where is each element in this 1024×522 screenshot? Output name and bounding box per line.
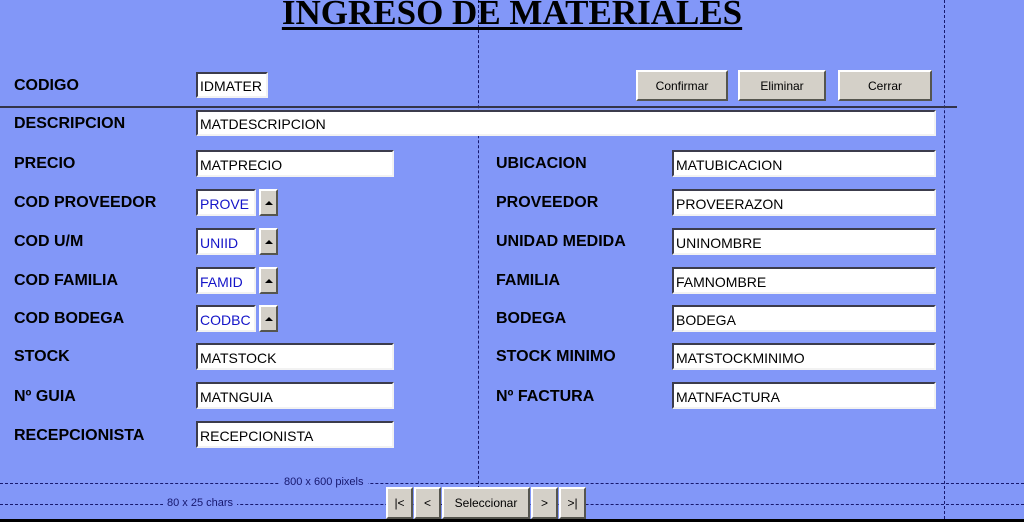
label-recepcionista: RECEPCIONISTA <box>14 427 145 444</box>
label-n-guia: Nº GUIA <box>14 388 76 405</box>
close-button[interactable]: Cerrar <box>838 70 932 101</box>
vertical-guide-800px <box>478 0 479 519</box>
label-precio: PRECIO <box>14 155 76 172</box>
spinner-cod-um[interactable] <box>259 228 278 255</box>
label-cod-um: COD U/M <box>14 233 84 250</box>
page-title-text: INGRESO DE MATERIALES <box>281 0 743 32</box>
delete-button[interactable]: Eliminar <box>738 70 826 101</box>
chevron-up-icon <box>264 316 273 321</box>
input-bodega[interactable]: BODEGA <box>672 305 936 332</box>
input-familia[interactable]: FAMNOMBRE <box>672 267 936 294</box>
input-stock-minimo[interactable]: MATSTOCKMINIMO <box>672 343 936 370</box>
guide-label-pixels: 800 x 600 pixels <box>280 476 368 488</box>
label-cod-familia: COD FAMILIA <box>14 272 118 289</box>
label-stock-minimo: STOCK MINIMO <box>496 348 616 365</box>
nav-select-button[interactable]: Seleccionar <box>442 487 530 519</box>
label-stock: STOCK <box>14 348 70 365</box>
input-cod-bodega[interactable]: CODBC <box>196 305 256 332</box>
input-n-factura[interactable]: MATNFACTURA <box>672 382 936 409</box>
horizontal-guide-800x600 <box>0 483 1024 484</box>
input-codigo[interactable]: IDMATER <box>196 72 268 98</box>
input-cod-um[interactable]: UNIID <box>196 228 256 255</box>
label-bodega: BODEGA <box>496 310 567 327</box>
input-cod-familia[interactable]: FAMID <box>196 267 256 294</box>
input-descripcion[interactable]: MATDESCRIPCION <box>196 110 936 136</box>
chevron-up-icon <box>264 239 273 244</box>
chevron-up-icon <box>264 278 273 283</box>
chevron-up-icon <box>264 200 273 205</box>
record-navigator: |< < Seleccionar > >| <box>386 487 587 519</box>
label-codigo: CODIGO <box>14 77 79 94</box>
form-window: 800 x 600 pixels 80 x 25 chars INGRESO D… <box>0 0 1024 522</box>
label-cod-bodega: COD BODEGA <box>14 310 125 327</box>
label-unidad-medida: UNIDAD MEDIDA <box>496 233 626 250</box>
input-n-guia[interactable]: MATNGUIA <box>196 382 394 409</box>
nav-last-button[interactable]: >| <box>559 487 586 519</box>
guide-label-chars: 80 x 25 chars <box>163 497 238 509</box>
input-proveedor[interactable]: PROVEERAZON <box>672 189 936 216</box>
input-cod-proveedor[interactable]: PROVE <box>196 189 256 216</box>
input-ubicacion[interactable]: MATUBICACION <box>672 150 936 177</box>
input-unidad-medida[interactable]: UNINOMBRE <box>672 228 936 255</box>
label-cod-proveedor: COD PROVEEDOR <box>14 194 157 211</box>
label-n-factura: Nº FACTURA <box>496 388 595 405</box>
confirm-button[interactable]: Confirmar <box>636 70 728 101</box>
input-stock[interactable]: MATSTOCK <box>196 343 394 370</box>
label-descripcion: DESCRIPCION <box>14 115 126 132</box>
vertical-guide-chars <box>944 0 945 519</box>
nav-first-button[interactable]: |< <box>386 487 413 519</box>
label-familia: FAMILIA <box>496 272 560 289</box>
label-ubicacion: UBICACION <box>496 155 587 172</box>
spinner-cod-proveedor[interactable] <box>259 189 278 216</box>
header-divider <box>0 106 957 108</box>
nav-prev-button[interactable]: < <box>414 487 441 519</box>
spinner-cod-familia[interactable] <box>259 267 278 294</box>
spinner-cod-bodega[interactable] <box>259 305 278 332</box>
label-proveedor: PROVEEDOR <box>496 194 599 211</box>
page-title: INGRESO DE MATERIALES <box>0 0 1024 33</box>
input-precio[interactable]: MATPRECIO <box>196 150 394 177</box>
nav-next-button[interactable]: > <box>531 487 558 519</box>
input-recepcionista[interactable]: RECEPCIONISTA <box>196 421 394 448</box>
